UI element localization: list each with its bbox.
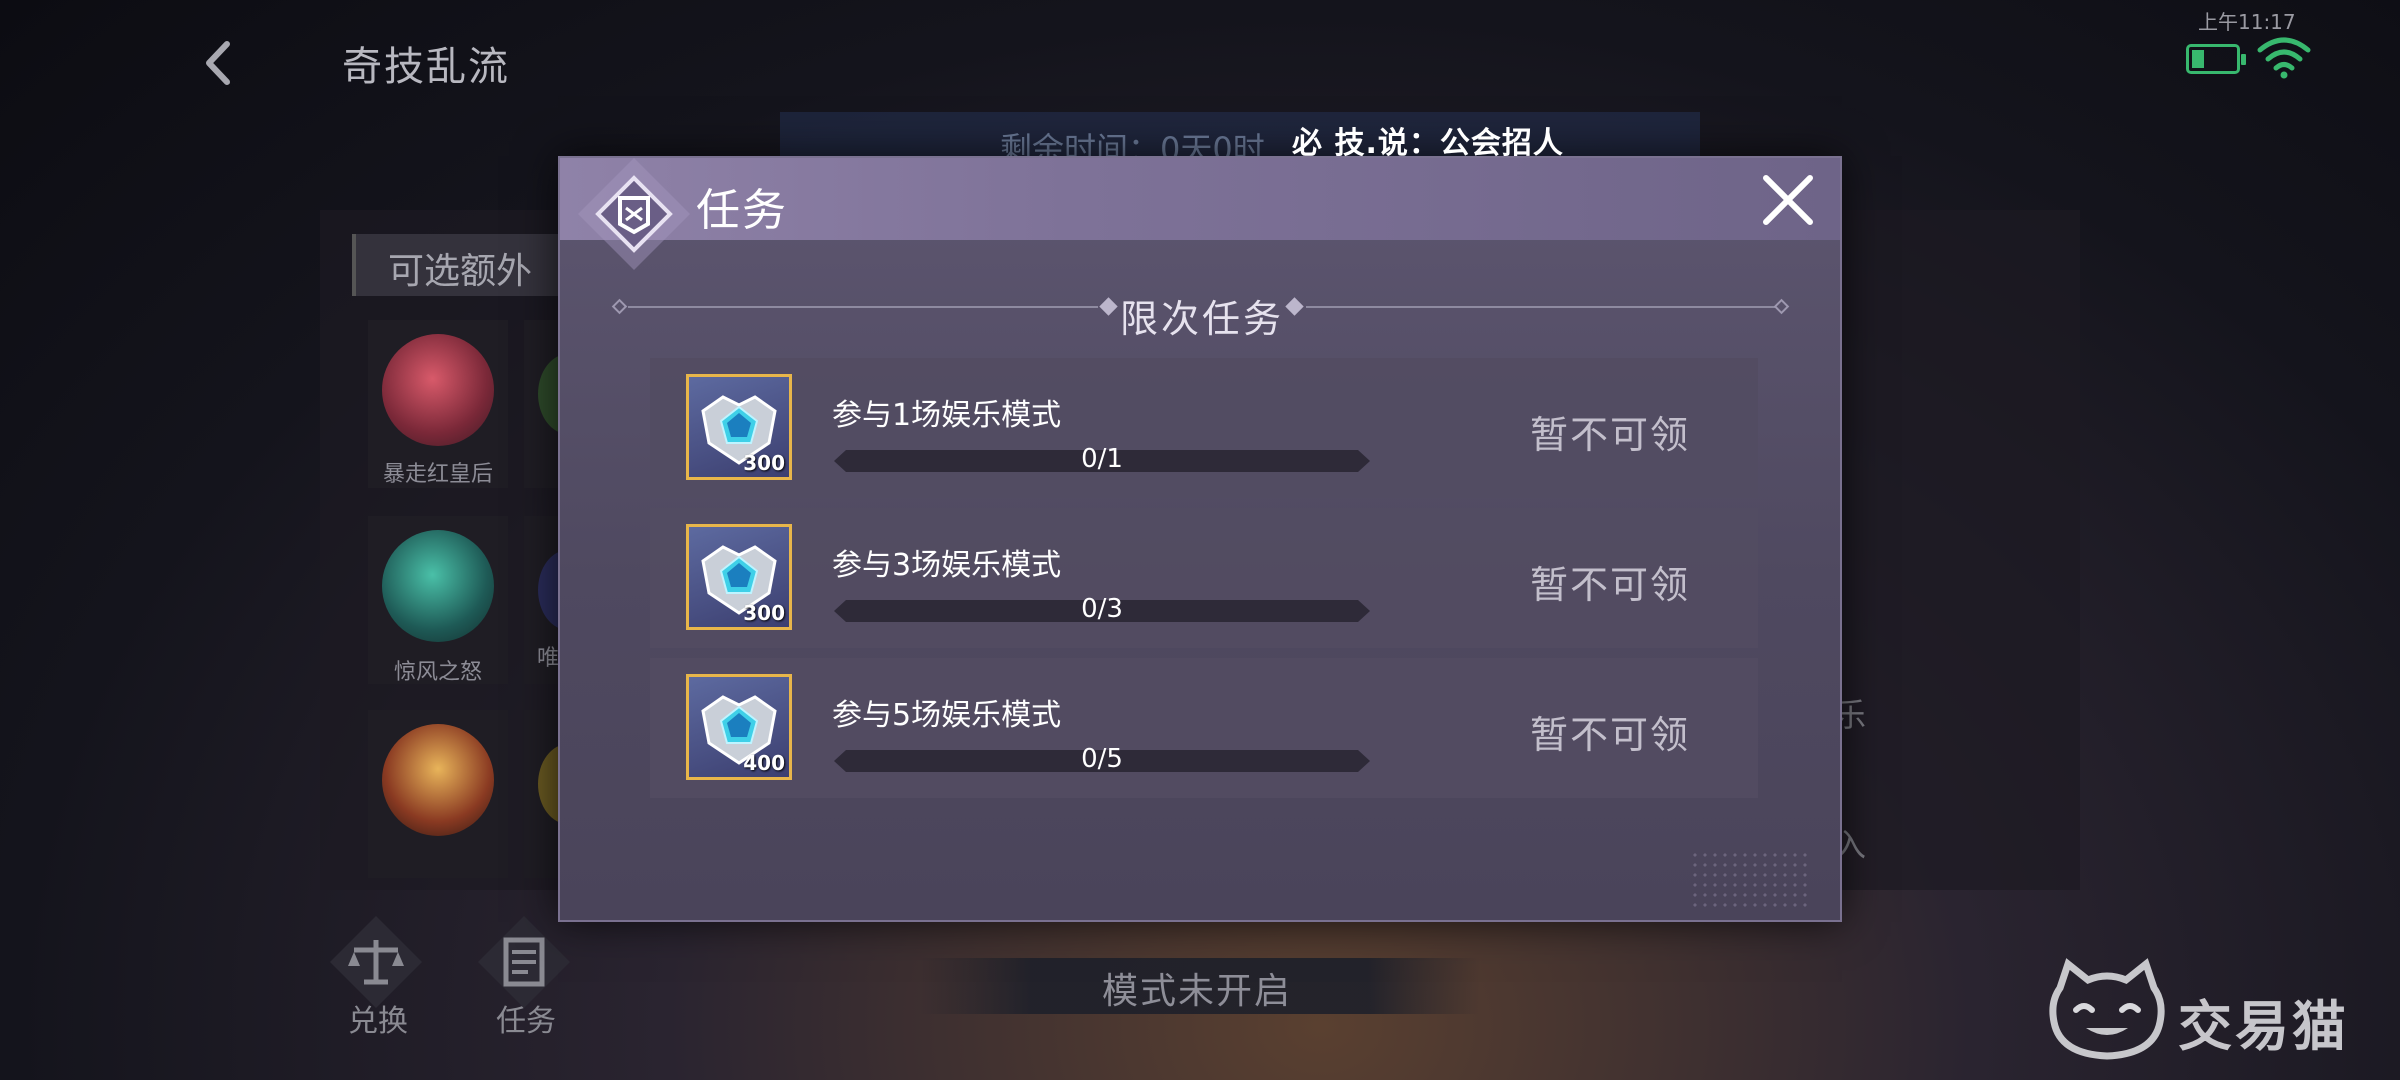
marquee-text: 必 技.说：公会招人 (1292, 126, 1564, 161)
claim-status-button[interactable]: 暂不可领 (1530, 704, 1690, 759)
progress-text: 0/1 (1081, 444, 1123, 474)
reward-item[interactable]: 300 (686, 374, 792, 480)
task-emblem-icon (578, 158, 690, 270)
task-row: 400 参与5场娱乐模式 0/5 暂不可领 (650, 658, 1758, 798)
hero-portrait (382, 334, 494, 446)
task-name: 参与3场娱乐模式 (832, 548, 1062, 583)
hero-portrait (382, 530, 494, 642)
progress-text: 0/3 (1081, 594, 1123, 624)
task-name: 参与1场娱乐模式 (832, 398, 1062, 433)
reward-amount: 400 (743, 751, 785, 775)
task-label: 任务 (496, 1004, 556, 1039)
mode-banner-text: 模式未开启 (1102, 971, 1293, 1012)
task-row: 300 参与1场娱乐模式 0/1 暂不可领 (650, 358, 1758, 498)
hero-card[interactable] (368, 710, 508, 878)
hero-card[interactable]: 暴走红皇后 (368, 320, 508, 488)
task-name: 参与5场娱乐模式 (832, 698, 1062, 733)
section-title: 限次任务 (1119, 297, 1284, 341)
dot-decoration (1690, 850, 1810, 910)
claim-status-button[interactable]: 暂不可领 (1530, 404, 1690, 459)
hero-portrait (382, 724, 494, 836)
cat-logo-icon (2049, 958, 2165, 1060)
reward-amount: 300 (743, 451, 785, 475)
wifi-icon (2257, 37, 2311, 79)
claim-status-button[interactable]: 暂不可领 (1530, 554, 1690, 609)
task-row: 300 参与3场娱乐模式 0/3 暂不可领 (650, 508, 1758, 648)
reward-item[interactable]: 400 (686, 674, 792, 780)
close-icon (1763, 175, 1813, 225)
reward-item[interactable]: 300 (686, 524, 792, 630)
back-arrow-icon (206, 41, 230, 85)
battery-icon (2186, 44, 2246, 74)
exchange-label: 兑换 (348, 1004, 408, 1039)
back-button[interactable] (195, 38, 245, 88)
reward-amount: 300 (743, 601, 785, 625)
task-modal: 任务 限次任务 300 参与1场娱乐模式 0/1 暂不可领 300 参与3场娱乐… (558, 156, 1842, 922)
modal-title: 任务 (696, 185, 788, 236)
section-header: 限次任务 (608, 288, 1796, 341)
hero-name: 暴走红皇后 (382, 462, 493, 487)
extra-header-label: 可选额外 (388, 251, 533, 292)
progress-text: 0/5 (1081, 744, 1123, 774)
status-time: 上午11:17 (2198, 10, 2296, 34)
close-button[interactable] (1760, 172, 1816, 228)
page-title: 奇技乱流 (342, 44, 510, 90)
watermark-text: 交易猫 (2178, 995, 2349, 1058)
